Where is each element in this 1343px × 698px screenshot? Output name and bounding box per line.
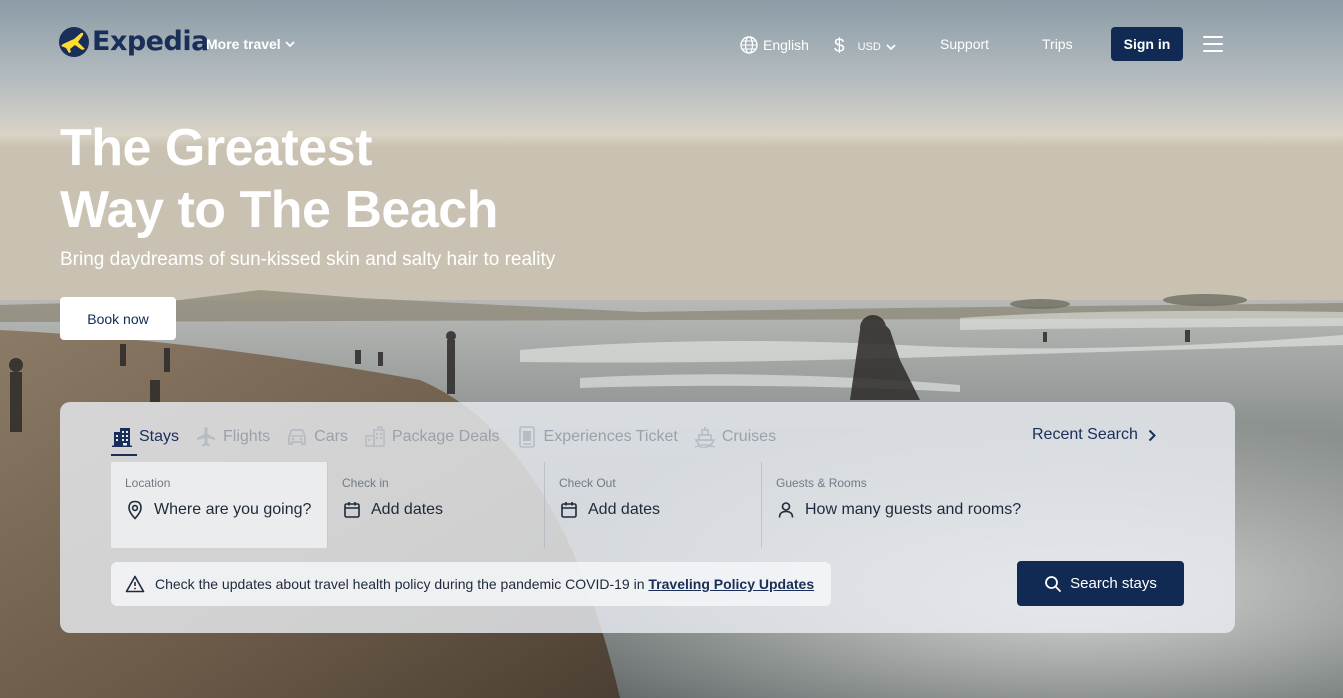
tab-cruises[interactable]: Cruises xyxy=(694,424,776,450)
guests-rooms-value: How many guests and rooms? xyxy=(776,500,1183,520)
check-in-field[interactable]: Check in Add dates xyxy=(328,462,545,548)
brand-name: Expedia xyxy=(92,26,209,57)
search-stays-label: Search stays xyxy=(1070,575,1157,592)
more-travel-menu[interactable]: More travel xyxy=(206,36,295,52)
globe-plane-icon xyxy=(59,26,89,57)
tab-experiences-ticket[interactable]: Experiences Ticket xyxy=(516,424,678,450)
tab-stays[interactable]: Stays xyxy=(111,424,180,456)
guests-rooms-placeholder: How many guests and rooms? xyxy=(805,501,1022,518)
currency-selector[interactable]: $ USD xyxy=(834,36,896,58)
check-in-label: Check in xyxy=(342,476,389,490)
trips-link[interactable]: Trips xyxy=(1042,36,1073,52)
ship-icon xyxy=(694,427,716,448)
hero-title: The Greatest Way to The Beach xyxy=(60,117,498,241)
hero-title-line-1: The Greatest xyxy=(60,119,372,177)
recent-search-link[interactable]: Recent Search xyxy=(1032,426,1156,444)
location-value: Where are you going? xyxy=(125,500,327,520)
hamburger-menu-icon[interactable] xyxy=(1203,36,1223,52)
check-out-field[interactable]: Check Out Add dates xyxy=(545,462,762,548)
ticket-icon xyxy=(518,426,535,448)
chevron-down-icon xyxy=(886,44,896,51)
calendar-icon xyxy=(561,502,577,518)
search-stays-button[interactable]: Search stays xyxy=(1017,561,1184,606)
map-pin-icon xyxy=(128,500,142,520)
currency-code: USD xyxy=(857,41,881,53)
chevron-right-icon xyxy=(1148,429,1156,441)
tab-package-deals-label: Package Deals xyxy=(391,428,500,445)
search-fields: Location Where are you going? Check in A… xyxy=(111,462,1183,548)
package-icon xyxy=(365,426,385,447)
check-in-value: Add dates xyxy=(342,500,544,520)
hotel-icon xyxy=(112,428,132,447)
language-selector[interactable]: English xyxy=(740,36,809,54)
hero-title-line-2: Way to The Beach xyxy=(60,181,498,239)
person-icon xyxy=(778,502,794,518)
tab-cars-label: Cars xyxy=(314,428,348,445)
covid-notice: Check the updates about travel health po… xyxy=(111,562,831,606)
check-out-label: Check Out xyxy=(559,476,616,490)
covid-notice-text: Check the updates about travel health po… xyxy=(155,576,645,592)
tab-flights[interactable]: Flights xyxy=(195,424,270,450)
guests-rooms-label: Guests & Rooms xyxy=(776,476,867,490)
search-icon xyxy=(1045,575,1062,592)
globe-icon xyxy=(740,36,758,54)
check-out-value: Add dates xyxy=(559,500,761,520)
tab-package-deals[interactable]: Package Deals xyxy=(364,424,500,450)
recent-search-label: Recent Search xyxy=(1032,426,1138,443)
check-out-placeholder: Add dates xyxy=(588,501,661,518)
hero-subtitle: Bring daydreams of sun-kissed skin and s… xyxy=(60,249,556,270)
expedia-logo[interactable]: Expedia xyxy=(59,26,209,57)
chevron-down-icon xyxy=(285,41,295,48)
search-panel: Stays Flights Cars Package Deals Experie… xyxy=(60,402,1235,633)
language-label: English xyxy=(763,37,809,53)
tab-experiences-ticket-label: Experiences Ticket xyxy=(543,428,678,445)
tab-flights-label: Flights xyxy=(223,428,271,445)
location-placeholder: Where are you going? xyxy=(154,501,312,518)
policy-updates-link[interactable]: Traveling Policy Updates xyxy=(648,576,814,592)
top-navigation: Expedia More travel English $ USD Suppor… xyxy=(0,0,1343,88)
warning-icon xyxy=(125,575,145,593)
more-travel-label: More travel xyxy=(206,36,281,52)
plane-icon xyxy=(197,427,216,447)
location-field[interactable]: Location Where are you going? xyxy=(111,462,328,548)
sign-in-button[interactable]: Sign in xyxy=(1111,27,1183,61)
car-icon xyxy=(288,429,307,445)
calendar-icon xyxy=(344,502,360,518)
dollar-icon: $ xyxy=(834,36,845,57)
tab-cars[interactable]: Cars xyxy=(286,424,348,450)
book-now-button[interactable]: Book now xyxy=(60,297,176,340)
search-tabs: Stays Flights Cars Package Deals Experie… xyxy=(111,424,792,456)
location-label: Location xyxy=(125,476,171,490)
support-link[interactable]: Support xyxy=(940,36,989,52)
tab-cruises-label: Cruises xyxy=(721,428,777,445)
check-in-placeholder: Add dates xyxy=(371,501,444,518)
tab-stays-label: Stays xyxy=(139,428,180,445)
guests-rooms-field[interactable]: Guests & Rooms How many guests and rooms… xyxy=(762,462,1183,548)
